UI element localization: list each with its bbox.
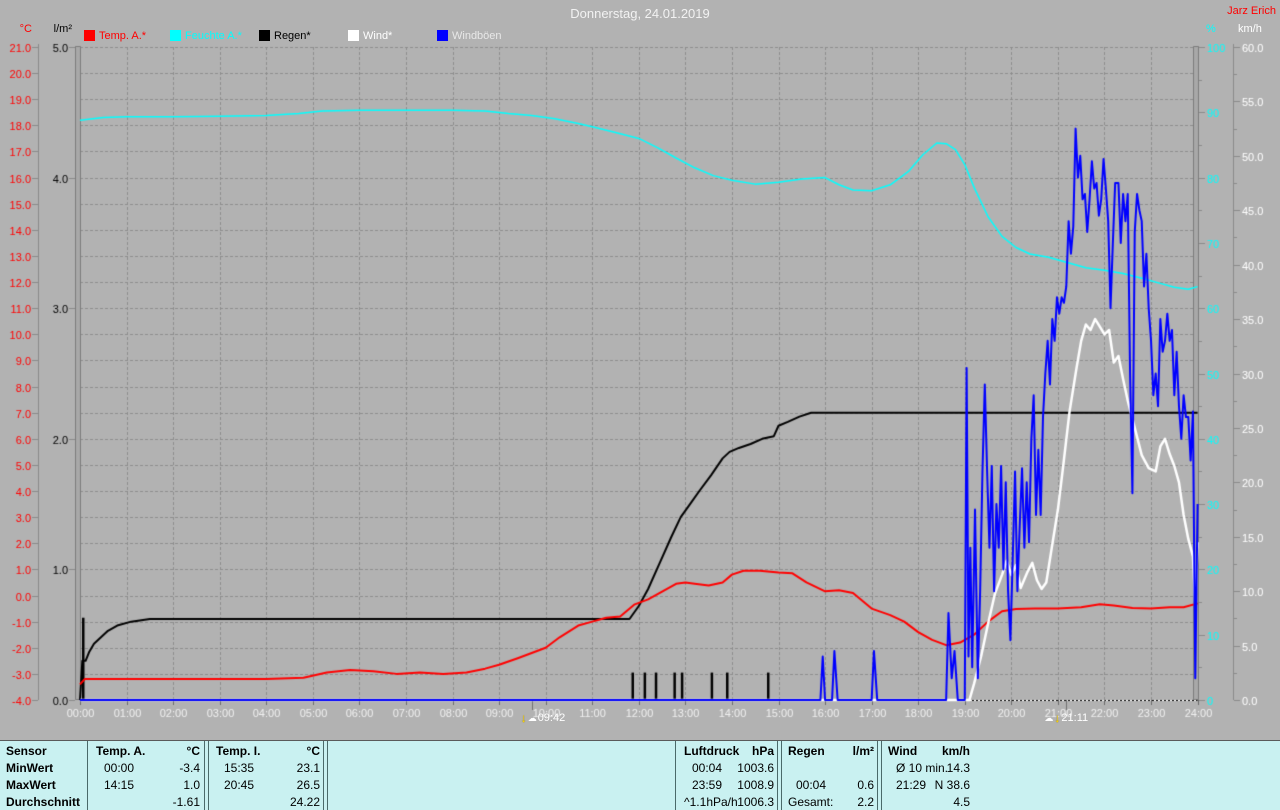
table-divider: [675, 741, 676, 810]
event-marker-time: 09:42: [538, 712, 566, 724]
weather-chart-canvas: [0, 0, 1280, 740]
table-row-label: Durchschnitt: [6, 795, 80, 810]
yellow-arrow-icon: ↓: [521, 712, 527, 724]
table-cell-value: 0.6: [784, 778, 874, 793]
table-cell-value: 1.0: [92, 778, 200, 793]
yellow-arrow-icon: ↓: [1054, 712, 1060, 724]
table-cell-value: 1006.3: [680, 795, 774, 810]
statistics-table: SensorMinWertMaxWertDurchschnittTemp. A.…: [0, 740, 1280, 810]
table-cell-value: 24.22: [212, 795, 320, 810]
table-col-unit: l/m²: [784, 744, 874, 759]
table-col-unit: °C: [212, 744, 320, 759]
sun-event-marker-2111: ☁↓ 21:11: [1044, 712, 1088, 724]
table-divider: [323, 741, 324, 810]
table-cell-value: N 38.6: [884, 778, 970, 793]
cloud-icon: ☁: [1044, 712, 1053, 724]
table-cell-value: -3.4: [92, 761, 200, 776]
event-marker-time: 21:11: [1061, 712, 1088, 724]
table-col-unit: hPa: [680, 744, 774, 759]
table-row-label: MinWert: [6, 761, 53, 776]
table-row-label: Sensor: [6, 744, 47, 759]
table-divider: [208, 741, 209, 810]
table-cell-value: 1008.9: [680, 778, 774, 793]
table-divider: [204, 741, 205, 810]
sun-event-marker-0942: ↓☁ 09:42: [521, 712, 566, 724]
table-col-unit: °C: [92, 744, 200, 759]
table-cell-value: 14.3: [884, 761, 970, 776]
table-cell-value: 26.5: [212, 778, 320, 793]
table-divider: [881, 741, 882, 810]
table-col-unit: km/h: [884, 744, 970, 759]
table-cell-value: 1003.6: [680, 761, 774, 776]
table-cell-value: -1.61: [92, 795, 200, 810]
cloud-icon: ☁: [528, 712, 537, 724]
table-divider: [781, 741, 782, 810]
table-divider: [777, 741, 778, 810]
weather-app-window: Donnerstag, 24.01.2019 Jarz Erich °C l/m…: [0, 0, 1280, 810]
table-divider: [87, 741, 88, 810]
table-divider: [877, 741, 878, 810]
table-cell-value: 4.5: [884, 795, 970, 810]
table-row-label: MaxWert: [6, 778, 56, 793]
table-divider: [327, 741, 328, 810]
table-cell-value: 23.1: [212, 761, 320, 776]
table-cell-value: 2.2: [784, 795, 874, 810]
